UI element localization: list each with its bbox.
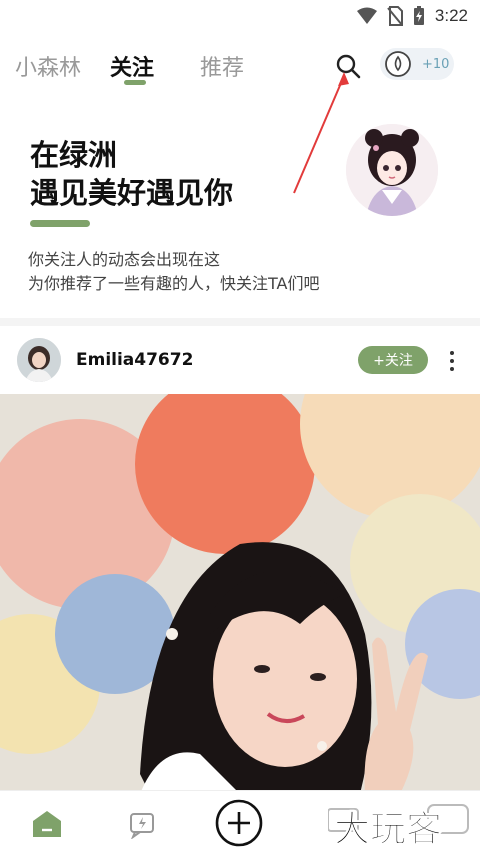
hero-section: 在绿洲 遇见美好遇见你 你关注人的动态会出现在这 为你推荐了一些有趣的人，快关注…: [0, 120, 480, 300]
hero-subtitle-line1: 你关注人的动态会出现在这: [28, 250, 221, 269]
tab-following[interactable]: 关注: [110, 50, 154, 82]
hero-title-line1: 在绿洲: [30, 138, 118, 172]
battery-charging-icon: [413, 6, 424, 25]
follow-button[interactable]: +关注: [358, 346, 428, 374]
search-icon: [336, 54, 361, 79]
more-dot-icon: [450, 351, 454, 355]
home-icon: [33, 811, 61, 837]
watermark-logo: 大玩客: [327, 799, 478, 851]
message-flash-icon: [130, 813, 154, 840]
plus-circle-icon: [215, 799, 263, 847]
water-drop-badge[interactable]: +10: [380, 48, 454, 80]
post-photo[interactable]: [0, 394, 480, 794]
water-count: +10: [422, 56, 450, 72]
tab-recommended[interactable]: 推荐: [200, 50, 244, 82]
status-bar: 3:22: [0, 0, 480, 34]
wifi-icon: [356, 7, 377, 24]
section-divider: [0, 318, 480, 326]
active-tab-indicator: [124, 80, 146, 85]
hero-accent-bar: [30, 220, 90, 227]
more-dot-icon: [450, 367, 454, 371]
post-header: Emilia47672 +关注: [0, 336, 480, 386]
messages-tab[interactable]: [127, 809, 159, 840]
more-dot-icon: [450, 359, 454, 363]
hero-illustration-avatar: [346, 124, 438, 216]
add-post-button[interactable]: [214, 798, 264, 848]
status-time: 3:22: [434, 6, 468, 25]
user-avatar[interactable]: [17, 338, 61, 382]
tab-forest[interactable]: 小森林: [15, 50, 81, 82]
post-username[interactable]: Emilia47672: [76, 350, 193, 370]
home-tab[interactable]: [30, 809, 64, 839]
water-drop-icon: [385, 51, 411, 77]
hero-subtitle-line2: 为你推荐了一些有趣的人，快关注TA们吧: [28, 274, 320, 293]
no-sim-icon: [387, 6, 403, 26]
bottom-tab-bar: 大玩客: [0, 790, 480, 853]
more-options-button[interactable]: [444, 346, 460, 376]
status-icons: 3:22: [356, 6, 468, 26]
search-button[interactable]: [332, 50, 364, 82]
hero-title-line2: 遇见美好遇见你: [30, 176, 234, 210]
watermark-text: 大玩客: [334, 809, 442, 849]
